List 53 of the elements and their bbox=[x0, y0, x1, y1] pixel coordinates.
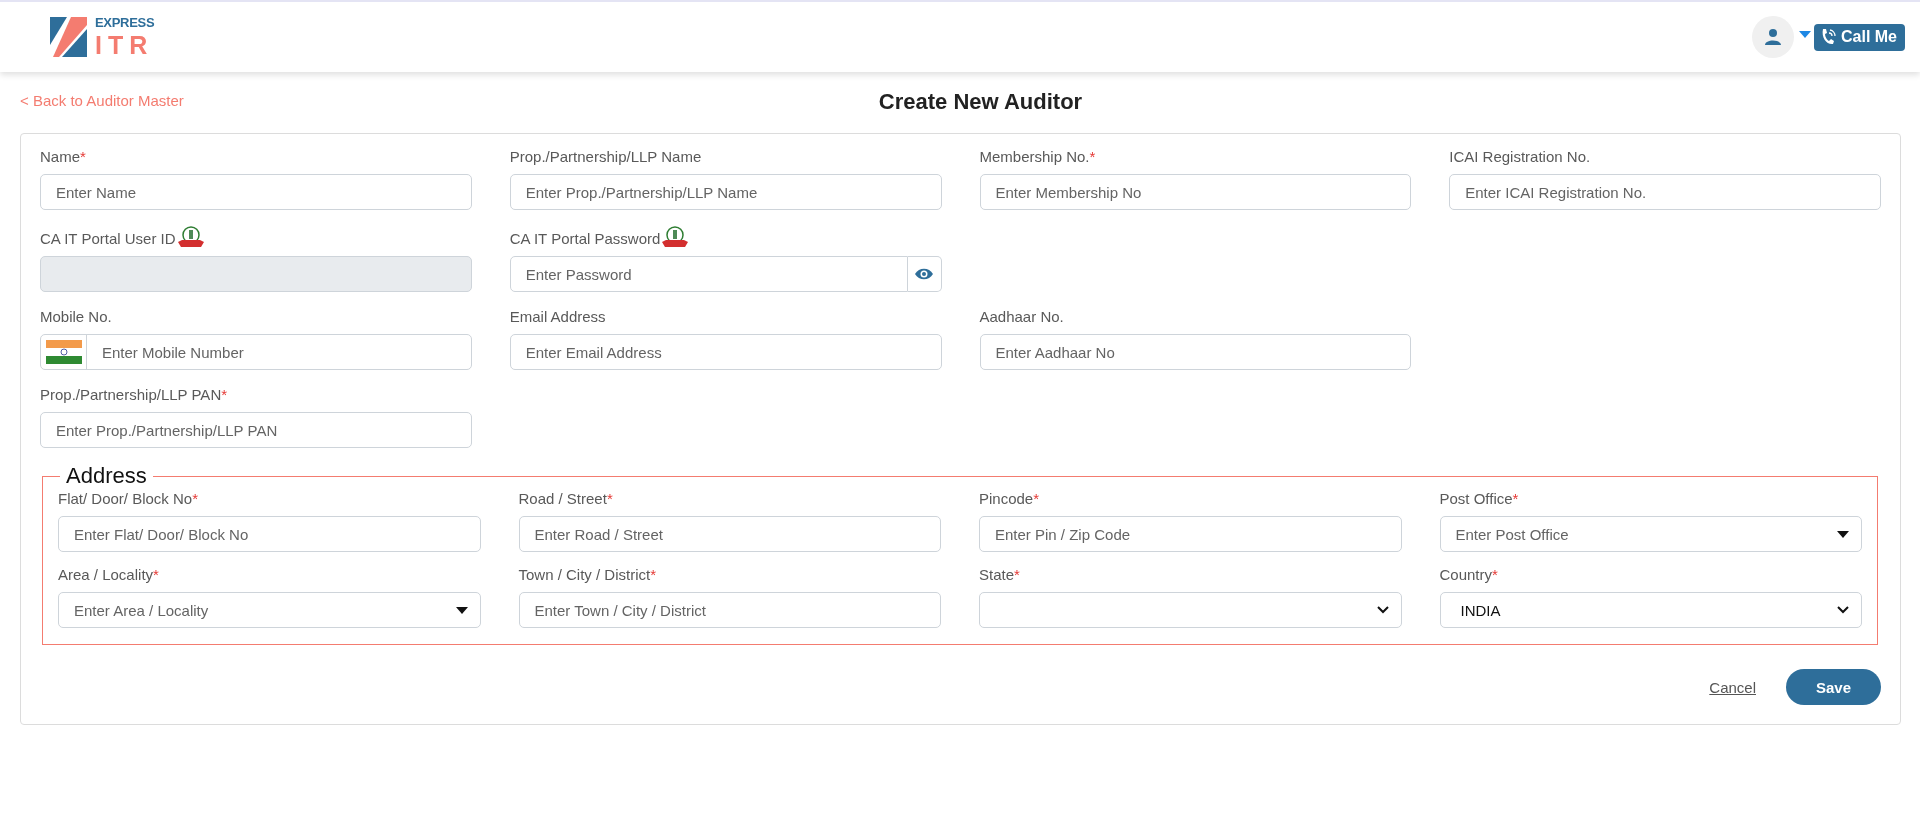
field-label: Prop./Partnership/LLP Name bbox=[509, 147, 702, 167]
input-field[interactable]: Enter Road / Street bbox=[518, 516, 941, 552]
input-field[interactable]: Enter ICAI Registration No. bbox=[1449, 174, 1881, 210]
cancel-link[interactable]: Cancel bbox=[1709, 678, 1756, 696]
input-field[interactable]: Enter Email Address bbox=[509, 334, 942, 370]
field-label: Membership No.* bbox=[979, 147, 1096, 167]
input-field[interactable]: Enter Prop./Partnership/LLP Name bbox=[509, 174, 942, 210]
field-label: ICAI Registration No. bbox=[1449, 147, 1591, 167]
input-field[interactable]: Enter Prop./Partnership/LLP PAN bbox=[40, 412, 472, 448]
select-field[interactable] bbox=[979, 592, 1402, 628]
input-field[interactable]: Enter Town / City / District bbox=[518, 592, 941, 628]
field-label: Road / Street* bbox=[518, 489, 613, 509]
field-label: Prop./Partnership/LLP PAN* bbox=[40, 385, 228, 405]
chevron-down-icon bbox=[1376, 606, 1389, 614]
user-avatar[interactable] bbox=[1752, 16, 1794, 58]
field-label: Flat/ Door/ Block No* bbox=[58, 489, 199, 509]
select-field[interactable]: INDIA bbox=[1439, 592, 1862, 628]
input-field[interactable]: Enter Membership No bbox=[979, 174, 1412, 210]
logo-text: ITR bbox=[95, 33, 155, 58]
caret-down-icon bbox=[455, 606, 468, 614]
field-label: State* bbox=[979, 565, 1020, 585]
phone-field[interactable]: Enter Mobile Number bbox=[40, 334, 472, 370]
field-label: Pincode* bbox=[979, 489, 1040, 509]
field-label: Email Address bbox=[509, 307, 606, 327]
caret-down-icon bbox=[1837, 530, 1849, 538]
user-icon bbox=[1764, 28, 1782, 46]
field-label: Mobile No. bbox=[40, 307, 112, 327]
field-label: Town / City / District* bbox=[518, 565, 657, 585]
input-field[interactable]: Enter Flat/ Door/ Block No bbox=[58, 516, 481, 552]
eye-icon bbox=[914, 267, 934, 281]
field-label: Aadhaar No. bbox=[979, 307, 1064, 327]
input-field[interactable]: Enter Mobile Number bbox=[87, 335, 471, 369]
field-label: Country* bbox=[1439, 565, 1498, 585]
field-label: CA IT Portal User ID bbox=[40, 229, 176, 249]
flag-icon bbox=[45, 340, 82, 364]
page-title: Create New Auditor bbox=[878, 88, 1083, 115]
logo-icon bbox=[49, 15, 89, 59]
input-field[interactable]: Enter Aadhaar No bbox=[979, 334, 1412, 370]
field-label: Name* bbox=[40, 147, 86, 167]
field-label: Area / Locality* bbox=[58, 565, 159, 585]
section-legend: Address bbox=[60, 463, 153, 489]
save-button[interactable]: Save bbox=[1786, 669, 1881, 705]
caret-down-icon[interactable] bbox=[1799, 30, 1811, 38]
field-label: CA IT Portal Password bbox=[509, 229, 661, 249]
logo-text: EXPRESS bbox=[95, 16, 155, 29]
phone-icon bbox=[1820, 28, 1836, 46]
chevron-down-icon bbox=[1837, 606, 1849, 614]
input-field[interactable]: Enter Name bbox=[40, 174, 472, 210]
show-password-button[interactable] bbox=[907, 256, 942, 292]
field-label: Post Office* bbox=[1439, 489, 1519, 509]
input-field[interactable]: Enter Pin / Zip Code bbox=[979, 516, 1402, 552]
call-me-button[interactable]: Call Me bbox=[1814, 23, 1905, 51]
password-field[interactable]: Enter Password bbox=[509, 256, 908, 292]
